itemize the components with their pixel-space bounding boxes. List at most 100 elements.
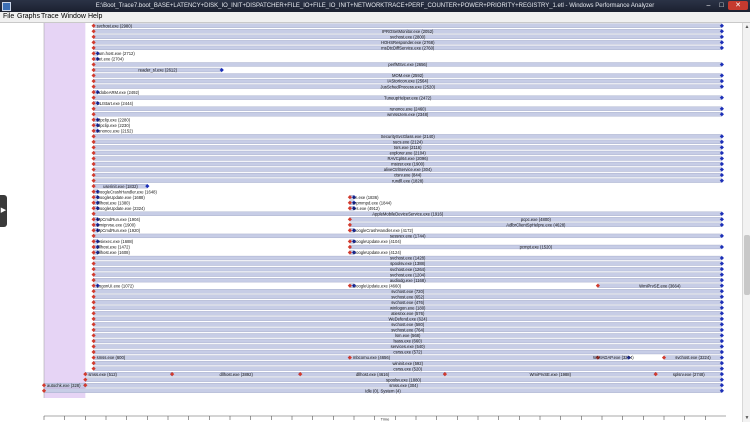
process-row: dllhost.exe (1380) mpmmpd.exe (1844) (91, 200, 392, 205)
menu-file[interactable]: File (3, 12, 14, 22)
process-label: runonce.exe (2152) (97, 129, 134, 134)
process-label: spoolsv.exe (1880) (386, 377, 422, 382)
process-row: smss.exe (512) dllhost.exe (3892) dllhost.… (83, 372, 724, 377)
process-row: wininit.exe (592) (91, 361, 724, 366)
process-label: smss.exe (304) (389, 383, 418, 388)
process-label: rundll.exe (1828) (392, 178, 424, 183)
process-row: MpCmdRun.exe (1920) GoogleCrashHandler.ex… (91, 228, 414, 233)
process-row: CLIStart.exe (2444) (91, 101, 134, 106)
process-label: rdpclip.exe (2230) (97, 123, 131, 128)
process-label: autochk.exe (328) (47, 383, 81, 388)
process-label: svchost.exe (476) (391, 300, 425, 305)
process-label: WmiPrvSE.exe (1988) (530, 372, 572, 377)
process-row: msizer.exe (1900) (91, 162, 724, 167)
process-label: svchost.exe (1204) (390, 272, 426, 277)
process-label: MpCmdRun.exe (1920) (97, 228, 141, 233)
process-row: MpCmdRun.exe (1904) pcpc.exe (4800) (91, 217, 724, 222)
process-label: aliveCtrlService.exe (304) (384, 167, 433, 172)
process-row: audiodg.exe (1168) (91, 278, 724, 283)
process-row: GoogleUpdate.exe (1688) sn.exe (1836) (91, 195, 379, 200)
process-row: rundll.exe (1828) (91, 178, 724, 183)
process-label: dllhost.exe (1608) (97, 250, 131, 255)
maximize-button[interactable]: □ (715, 1, 728, 10)
process-label: mpmmpd.exe (1844) (353, 200, 392, 205)
process-row: AdobeARM.exe (2492) (91, 90, 140, 95)
process-row: HOHSResponder.exe (2768) (91, 40, 724, 45)
process-label: pcmpt.exe (1520) (520, 245, 553, 250)
process-label: msiexec.exe (1688) (97, 239, 134, 244)
process-label: services.exe (540) (391, 344, 426, 349)
scroll-up-icon[interactable]: ▲ (743, 23, 750, 31)
minimize-button[interactable]: – (702, 1, 715, 10)
process-label: RAVCpl64.exe (2096) (388, 156, 429, 161)
x-axis-label: Time (381, 417, 391, 422)
process-row: lsm.exe (568) (91, 333, 724, 338)
process-row: GoogleCrashHandler.exe (1648) (91, 189, 158, 194)
process-row: net.exe (2704) (91, 57, 124, 62)
process-label: splsrv.exe (2748) (673, 372, 705, 377)
process-label: IPROSetMonitor.exe (2052) (382, 29, 434, 34)
process-row: svchost.exe (652) (91, 294, 724, 299)
menu-window[interactable]: Window (61, 12, 86, 22)
process-label: svchost.exe (652) (391, 294, 425, 299)
close-button[interactable]: ✕ (728, 1, 748, 10)
process-row: svchost.exe (580) (91, 322, 724, 327)
process-label: perfMSvc.exe (2656) (388, 62, 427, 67)
process-row: runonce.exe (2460) (91, 106, 724, 111)
scroll-down-icon[interactable]: ▼ (743, 414, 750, 422)
process-row: AppleMobileDeviceService.exe (1916) (91, 211, 724, 216)
process-bar (93, 23, 723, 28)
process-label: sucs.exe (2124) (393, 140, 423, 145)
process-label: svchost.exe (764) (391, 328, 425, 333)
process-label: dllhost.exe (4616) (356, 372, 390, 377)
vertical-scrollbar[interactable]: ▲ ▼ (742, 23, 750, 422)
process-label: HOHSResponder.exe (2768) (381, 40, 435, 45)
menu-trace[interactable]: Trace (41, 12, 59, 22)
process-label: msizer.exe (1900) (391, 162, 425, 167)
process-row: tsrs.exe (2116) (91, 145, 724, 150)
process-row: runonce.exe (2152) (91, 129, 134, 134)
process-label: mbcomu.exe (4656) (353, 355, 391, 360)
process-row: spoolsv.exe (1388) (91, 261, 724, 266)
process-label: AdlbrClientSpHelpre.exe (4628) (506, 223, 566, 228)
process-row: GoogleUpdate.exe (2324) tes.exe (4912) (91, 206, 380, 211)
process-label: svchost.exe (1264) (390, 267, 426, 272)
process-label: cum.host.exe (2712) (97, 51, 136, 56)
process-label: GoogleUpdate.exe (4104) (353, 239, 402, 244)
process-row: lsass.exe (660) (91, 339, 724, 344)
scrollbar-thumb[interactable] (744, 235, 750, 295)
process-row: TuneupHelper.exe (2472) (91, 95, 724, 100)
menu-help[interactable]: Help (88, 12, 102, 22)
process-label: lsm.exe (568) (395, 333, 421, 338)
process-label: csrss.exe (572) (393, 350, 422, 355)
process-label: svchost.exe (1428) (390, 256, 426, 261)
process-row: autochk.exe (328) smss.exe (304) (41, 383, 724, 388)
process-label: GoogleCrashHandler.exe (1648) (97, 189, 158, 194)
process-label: tes.exe (4912) (353, 206, 380, 211)
process-label: explorer.exe (2104) (390, 151, 427, 156)
process-row: sucs.exe (2124) (91, 140, 724, 145)
process-row: wmrsszem.exe (2348) (91, 112, 724, 117)
process-label: GoogleUpdate.exe (2324) (97, 206, 146, 211)
process-label: rdpclip.exe (2280) (97, 117, 131, 122)
process-row: spoolsv.exe (1880) (83, 377, 724, 382)
process-label: smss.exe (512) (88, 372, 117, 377)
process-label: wmiprvse.exe (1900) (97, 223, 136, 228)
process-label: runonce.exe (2460) (390, 106, 427, 111)
process-row: dllhost.exe (1608) GoogleUpdate.exe (4124… (91, 250, 402, 255)
process-label: AdobeARM.exe (2492) (97, 90, 140, 95)
process-label: GoogleUpdate.exe (4660) (353, 283, 402, 288)
process-label: WeDefend.exe (624) (388, 317, 427, 322)
process-label: svchost.exe (2800) (390, 34, 426, 39)
menu-graphs[interactable]: Graphs (17, 12, 40, 22)
process-label: GoogleCrashHandler.exe (4172) (353, 228, 414, 233)
process-label: LogonUI.exe (1072) (97, 283, 135, 288)
process-label: svchost.exe (2980) (97, 23, 133, 28)
process-label: smss.exe (600) (97, 355, 126, 360)
process-row: csrss.exe (520) (91, 366, 724, 371)
process-row: csrss.exe (572) (91, 350, 724, 355)
process-row: IAStorIcon.exe (2564) (91, 79, 724, 84)
process-label: MOM.exe (2592) (392, 73, 424, 78)
collapse-panel-arrow-icon[interactable]: ▶ (0, 195, 7, 227)
process-row: services.exe (540) (91, 344, 724, 349)
